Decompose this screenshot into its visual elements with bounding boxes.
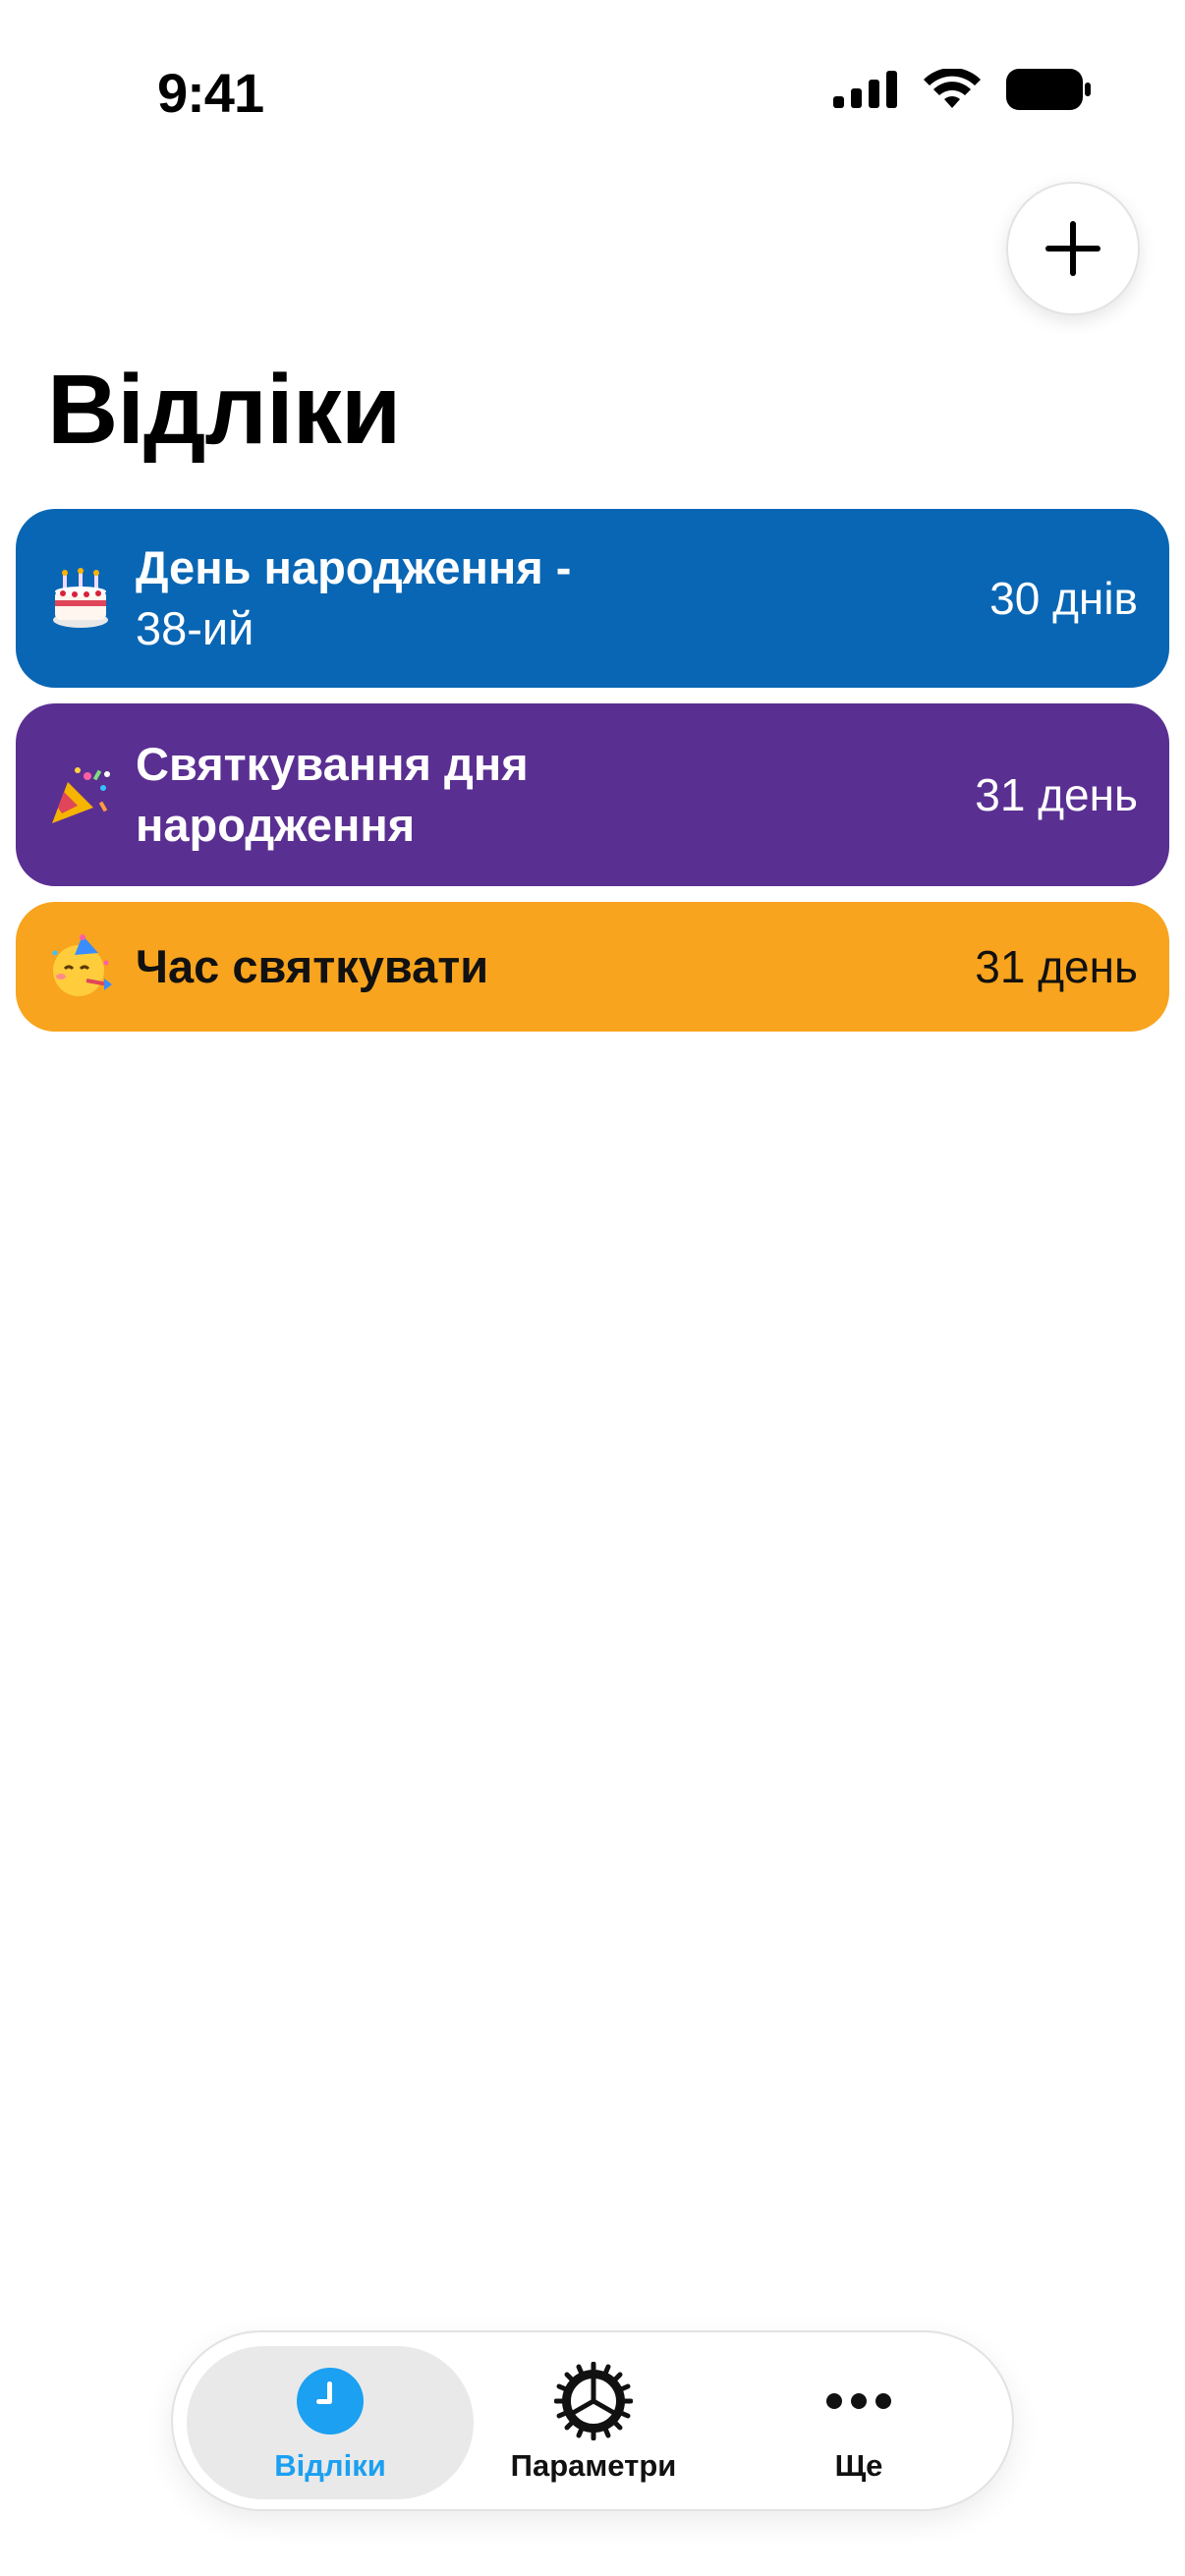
countdown-days: 30 днів — [989, 573, 1138, 624]
countdown-card[interactable]: День народження - 38-ий 30 днів — [16, 509, 1169, 688]
partying-face-emoji-icon — [45, 931, 116, 1002]
countdowns-screen: 9:41 Відліки День народження - 38-ий 30 … — [0, 0, 1185, 2576]
page-title: Відліки — [47, 355, 401, 465]
status-time: 9:41 — [157, 62, 264, 124]
tab-label: Відліки — [274, 2448, 386, 2483]
tab-label: Ще — [834, 2448, 883, 2483]
tab-bar: Відліки Параметри Ще — [171, 2330, 1014, 2511]
countdown-days: 31 день — [975, 769, 1138, 820]
gear-icon — [554, 2362, 633, 2440]
cake-emoji-icon — [45, 563, 116, 634]
countdown-title: Святкування дня народження — [136, 738, 529, 851]
tab-settings[interactable]: Параметри — [450, 2346, 737, 2499]
tab-label: Параметри — [510, 2448, 677, 2483]
cellular-signal-icon — [833, 71, 897, 108]
countdown-card[interactable]: Час святкувати 31 день — [16, 902, 1169, 1032]
status-icons — [833, 69, 1091, 110]
countdown-title: День народження - — [136, 541, 572, 593]
add-countdown-button[interactable] — [1006, 182, 1140, 315]
wifi-icon — [924, 69, 981, 108]
tab-more[interactable]: Ще — [715, 2346, 1002, 2499]
plus-icon — [1045, 221, 1100, 276]
countdown-subtitle: 38-ий — [136, 602, 254, 654]
countdown-text: День народження - 38-ий — [136, 537, 989, 659]
countdown-days: 31 день — [975, 941, 1138, 992]
countdown-text: Святкування дня народження — [136, 734, 975, 856]
countdown-card[interactable]: Святкування дня народження 31 день — [16, 703, 1169, 886]
battery-icon — [1006, 69, 1091, 110]
tab-countdowns[interactable]: Відліки — [187, 2346, 474, 2499]
clock-icon — [291, 2362, 369, 2440]
ellipsis-icon — [819, 2362, 898, 2440]
party-popper-emoji-icon — [45, 759, 116, 830]
countdown-text: Час святкувати — [136, 936, 975, 997]
countdown-title: Час святкувати — [136, 940, 489, 992]
